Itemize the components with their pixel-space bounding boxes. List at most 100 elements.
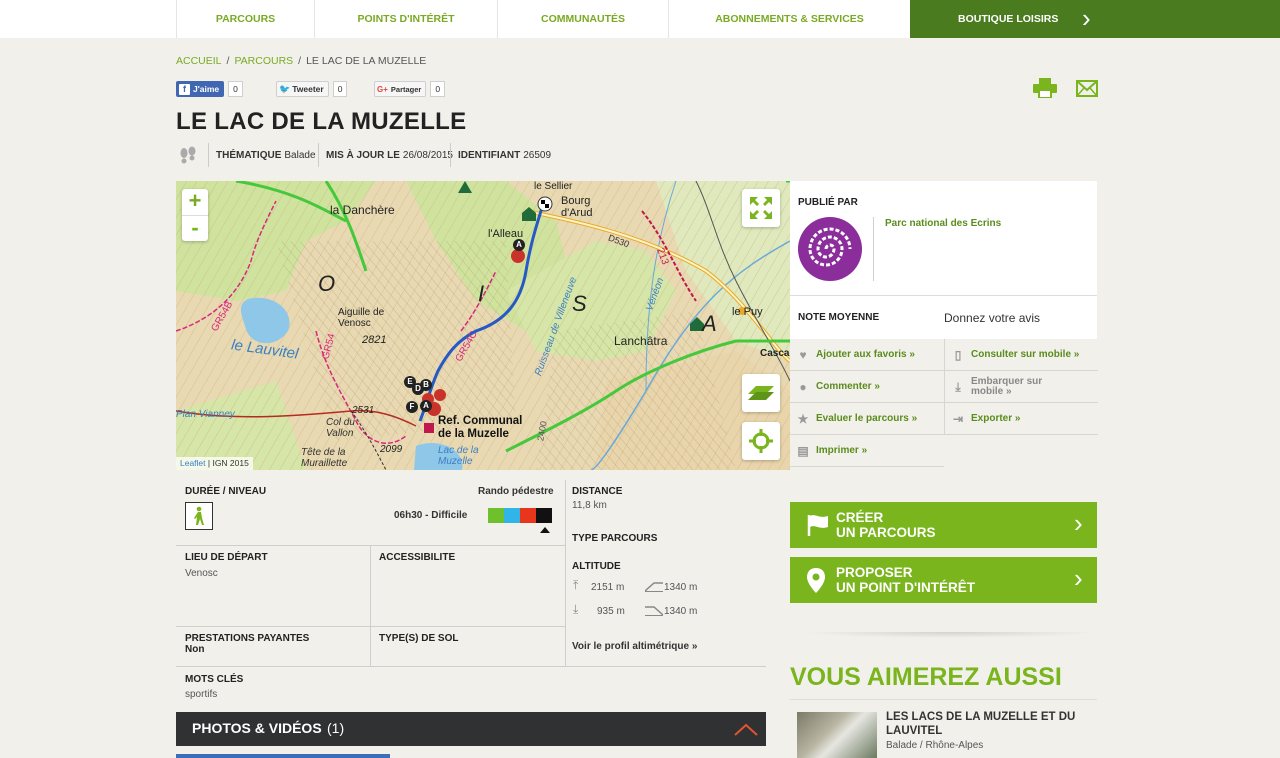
action-favoris[interactable]: ♥ Ajouter aux favoris » [790,339,944,371]
duration-value: 06h30 - Difficile [394,510,468,521]
map-label: Lac de la Muzelle [438,445,479,467]
facebook-like: f J'aime 0 [176,81,243,97]
action-label: Exporter » [971,413,1021,424]
action-commenter[interactable]: ● Commenter » [790,371,944,403]
action-label: Consulter sur mobile » [971,349,1080,360]
breadcrumb-home[interactable]: ACCUEIL [176,55,222,67]
action-label: Imprimer » [816,445,868,456]
meta-thematique-value: Balade [284,149,316,161]
facebook-like-label: J'aime [193,84,220,94]
difficulty-level-3 [520,508,536,523]
nav-points-interet[interactable]: POINTS D'INTÉRÊT [314,0,497,38]
meta-thematique-label: THÉMATIQUE [216,149,282,161]
fullscreen-button[interactable] [742,189,780,227]
elevation-profile-link[interactable]: Voir le profil altimétrique » [572,641,697,652]
action-imprimer[interactable]: ▤ Imprimer » [790,435,944,467]
map-label: Col du Vallon [326,417,355,439]
action-evaluer[interactable]: ★ Evaluer le parcours » [790,403,944,435]
map-marker[interactable]: F [406,401,418,413]
publisher-name[interactable]: Parc national des Ecrins [885,218,1001,229]
facebook-like-button[interactable]: f J'aime [176,81,225,97]
map-label: Plan Vianney [176,409,235,420]
divider [176,626,565,627]
tweet-count: 0 [332,81,348,97]
locate-button[interactable] [742,422,780,460]
start-label: LIEU DE DÉPART [185,552,268,563]
recommendation-thumbnail[interactable] [797,712,877,758]
action-label: Evaluer le parcours » [816,413,918,424]
action-label: Commenter » [816,381,880,392]
difficulty-level-4 [536,508,552,523]
nav-boutique-label: BOUTIQUE LOISIRS [958,13,1059,25]
facebook-icon: f [179,83,190,95]
leaflet-link[interactable]: Leaflet [180,458,206,468]
action-label: Embarquer sur mobile » [971,375,1043,397]
print-icon[interactable] [1033,78,1057,99]
map-label: le Sellier [534,181,573,192]
mail-icon[interactable] [1076,80,1098,97]
difficulty-scale [488,508,552,523]
rating-label: NOTE MOYENNE [798,312,880,323]
nav-abonnements[interactable]: ABONNEMENTS & SERVICES [668,0,910,38]
google-plus-icon: G+ [377,84,388,94]
altitude-min: 935 m [597,606,625,617]
publisher-logo[interactable] [798,217,862,281]
nav-communautes[interactable]: COMMUNAUTÉS [497,0,668,38]
facebook-like-count: 0 [228,81,243,97]
difficulty-level-2 [504,508,520,523]
map-label: Aiguille de Venosc [338,307,385,329]
propose-poi-button[interactable]: PROPOSER UN POINT D'INTÉRÊT › [790,557,1097,603]
create-route-button[interactable]: CRÉER UN PARCOURS › [790,502,1097,548]
zoom-in-button[interactable]: + [182,189,208,215]
action-exporter[interactable]: ⇥ Exporter » [944,403,1098,435]
map-marker[interactable]: A [513,239,525,251]
map-marker[interactable]: A [420,400,432,412]
chevron-right-icon: › [1074,508,1083,538]
chevron-up-icon[interactable] [734,723,758,736]
altitude-max: 2151 m [591,582,625,593]
layers-button[interactable] [742,374,780,412]
mobile-icon: ▯ [954,347,962,362]
map-label: Bourg d'Arud [561,195,593,219]
export-icon: ⇥ [952,411,964,426]
rating-cta[interactable]: Donnez votre avis [944,311,1040,325]
meta-thematique: THÉMATIQUE Balade [208,143,323,167]
photos-videos-count: (1) [327,720,345,736]
meta-identifiant: IDENTIFIANT 26509 [450,143,558,167]
google-share-button[interactable]: G+ Partager [374,81,427,97]
nav-parcours[interactable]: PARCOURS [176,0,314,38]
divider [370,545,371,666]
star-icon: ★ [797,411,809,426]
paid-services-value: Non [185,644,205,655]
accessibility-label: ACCESSIBILITE [379,552,456,563]
topographic-map[interactable]: la Danchère l'Alleau le Sellier Bourg d'… [176,181,790,470]
breadcrumb-parcours[interactable]: PARCOURS [234,55,293,67]
ground-type-label: TYPE(S) DE SOL [379,633,459,644]
divider [176,666,766,667]
create-route-line1: CRÉER [836,510,884,525]
action-mobile[interactable]: ▯ Consulter sur mobile » [944,339,1098,371]
zoom-out-button[interactable]: - [182,215,208,241]
map-label: 2821 [362,334,387,346]
flag-icon [807,515,828,536]
map-attribution-text: | IGN 2015 [205,458,249,468]
propose-poi-line2: UN POINT D'INTÉRÊT [836,580,975,595]
altitude-label: ALTITUDE [572,561,621,572]
descent-icon [645,606,663,616]
divider [565,480,566,666]
tweet-button[interactable]: 🐦 Tweeter [276,81,329,97]
recommendation-title[interactable]: LES LACS DE LA MUZELLE ET DU LAUVITEL [886,710,1086,738]
action-label: Ajouter aux favoris » [816,349,915,360]
nav-boutique-loisirs[interactable]: BOUTIQUE LOISIRS › [910,0,1280,38]
map-marker[interactable]: E [404,376,416,388]
map-label: la Danchère [330,203,395,217]
difficulty-pointer-icon [540,527,550,533]
map-label: 2531 [352,405,375,416]
comment-icon: ● [799,379,807,394]
action-embarquer[interactable]: ⤓ Embarquer sur mobile » [944,371,1098,403]
altitude-min-icon: ⤓ [573,602,579,616]
rating-panel: NOTE MOYENNE Donnez votre avis [790,295,1097,339]
distance-value: 11,8 km [572,500,607,511]
photos-videos-bar[interactable]: PHOTOS & VIDÉOS (1) [176,712,766,746]
zoom-control: + - [182,189,208,241]
